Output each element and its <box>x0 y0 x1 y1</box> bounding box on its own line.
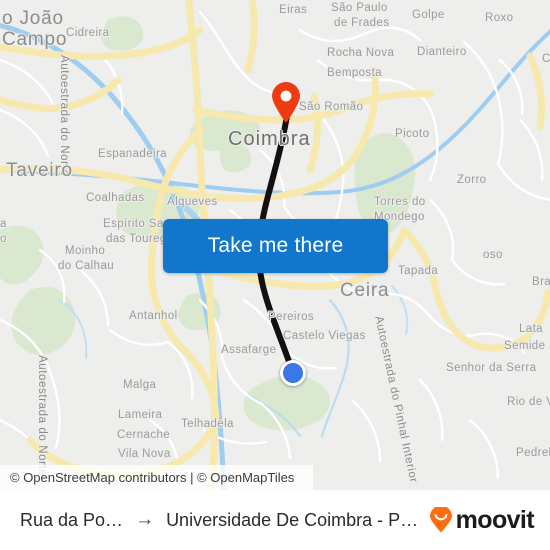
arrow-right-icon: → <box>135 509 155 530</box>
map-attribution: © OpenStreetMap contributors | © OpenMap… <box>0 465 313 490</box>
origin-dot-icon[interactable] <box>280 360 306 386</box>
moovit-map-screen: o João Campo Cidreira Eiras São Paulo de Frad… <box>0 0 550 550</box>
moovit-brand[interactable]: moovit <box>429 505 535 534</box>
attribution-text: © OpenStreetMap contributors | © OpenMap… <box>10 470 295 485</box>
moovit-pin-icon <box>429 505 453 533</box>
map-pin-icon[interactable] <box>271 82 301 124</box>
trip-origin-label: Rua da Po… <box>20 509 124 530</box>
bottom-bar: Rua da Po… → Universidade De Coimbra - P… <box>0 490 550 550</box>
trip-summary[interactable]: Rua da Po… → Universidade De Coimbra - P… <box>20 509 419 531</box>
trip-destination-label: Universidade De Coimbra - Pólo Iii, Ci… <box>166 509 419 530</box>
map-canvas[interactable]: o João Campo Cidreira Eiras São Paulo de Frad… <box>0 0 550 490</box>
take-me-there-button[interactable]: Take me there <box>163 219 388 273</box>
moovit-wordmark: moovit <box>455 505 535 534</box>
